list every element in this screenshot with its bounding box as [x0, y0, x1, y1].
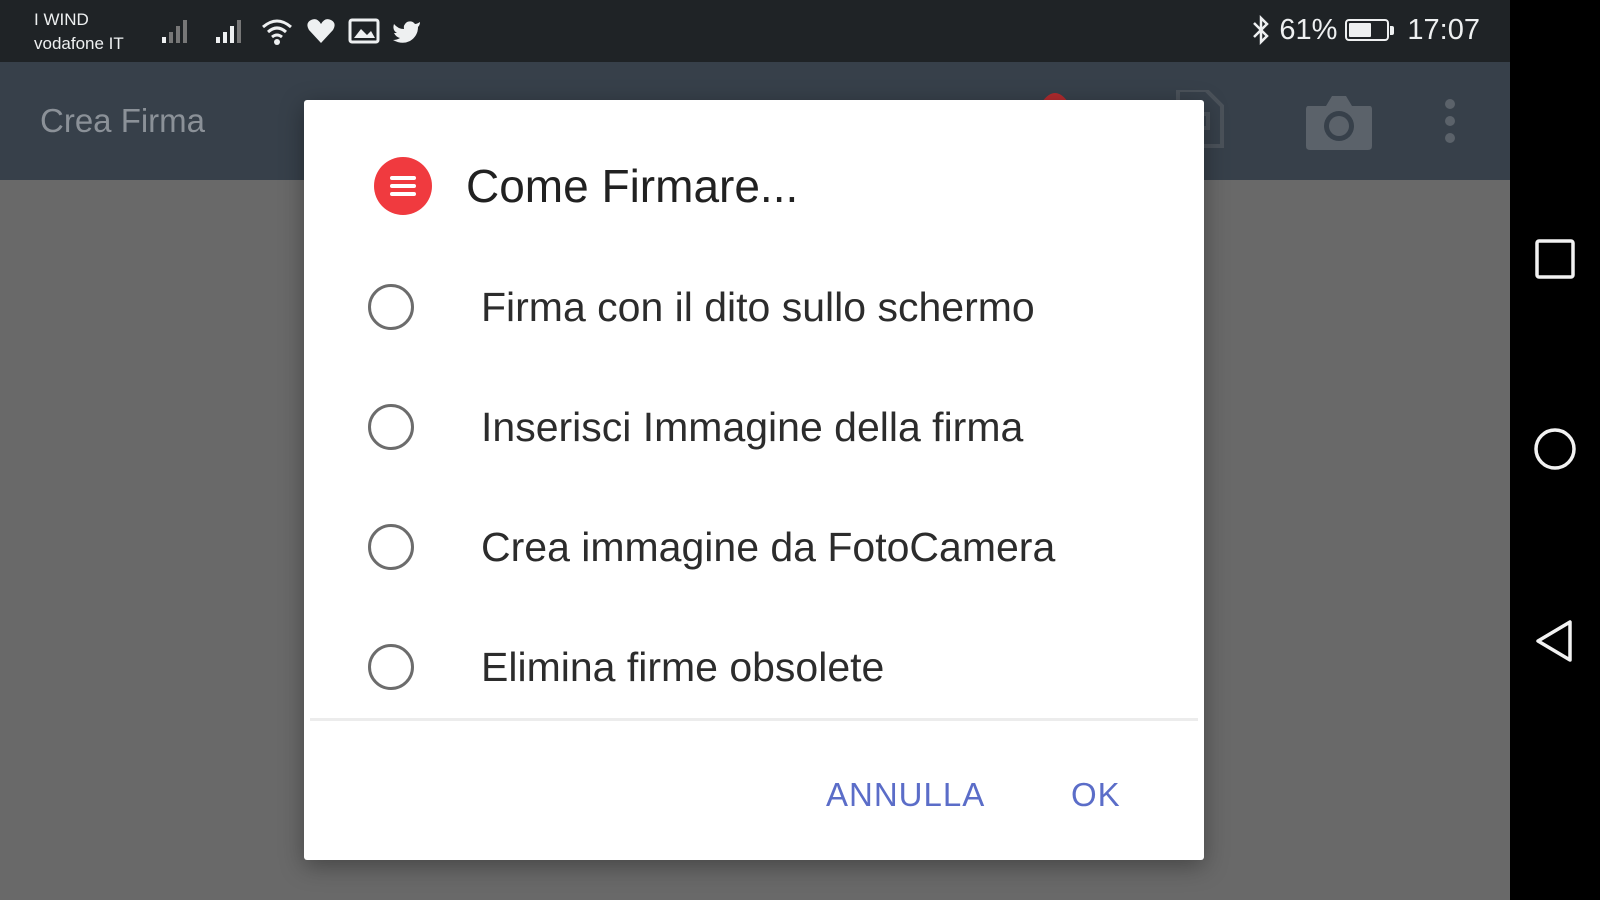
- radio-button[interactable]: [368, 644, 414, 690]
- battery-percent: 61%: [1279, 13, 1338, 46]
- option-label: Inserisci Immagine della firma: [481, 403, 1024, 450]
- heart-icon: [307, 19, 335, 43]
- cancel-button[interactable]: ANNULLA: [826, 755, 985, 835]
- option-label: Crea immagine da FotoCamera: [481, 523, 1056, 570]
- dialog-divider: [310, 718, 1198, 721]
- status-right: 61% 17:07: [1251, 12, 1480, 48]
- back-triangle-icon[interactable]: [1532, 618, 1578, 664]
- option-label: Elimina firme obsolete: [481, 643, 885, 690]
- option-elimina-firme[interactable]: Elimina firme obsolete: [368, 627, 1168, 707]
- ok-button[interactable]: OK: [1071, 755, 1121, 835]
- status-bar: I WIND vodafone IT 61% 17:07: [0, 0, 1510, 62]
- dialog-title: Come Firmare...: [466, 160, 799, 212]
- battery-icon: [1345, 19, 1395, 41]
- option-crea-immagine-fotocamera[interactable]: Crea immagine da FotoCamera: [368, 507, 1168, 587]
- option-inserisci-immagine[interactable]: Inserisci Immagine della firma: [368, 387, 1168, 467]
- radio-button[interactable]: [368, 404, 414, 450]
- signature-method-dialog: Come Firmare... Firma con il dito sullo …: [304, 100, 1204, 860]
- carrier-info: I WIND vodafone IT: [34, 8, 124, 56]
- radio-button[interactable]: [368, 284, 414, 330]
- carrier-line-1: I WIND: [34, 10, 89, 29]
- clock: 17:07: [1407, 13, 1480, 46]
- dialog-header: Come Firmare...: [374, 156, 798, 216]
- option-firma-dito[interactable]: Firma con il dito sullo schermo: [368, 267, 1168, 347]
- home-circle-icon[interactable]: [1532, 426, 1578, 472]
- menu-circle-icon: [374, 157, 432, 215]
- phone-screen: I WIND vodafone IT 61% 17:07 Crea Firma …: [0, 0, 1510, 900]
- navigation-bar: [1510, 0, 1600, 900]
- signal-weak-icon: [162, 20, 187, 43]
- twitter-icon: [393, 21, 420, 43]
- status-icons: [160, 14, 422, 48]
- radio-button[interactable]: [368, 524, 414, 570]
- app-title: Crea Firma: [40, 102, 206, 139]
- image-notification-icon: [348, 18, 380, 44]
- battery-level-fill: [1349, 23, 1372, 37]
- signal-icon: [216, 20, 241, 43]
- carrier-line-2: vodafone IT: [34, 34, 124, 53]
- bluetooth-icon: [1253, 15, 1270, 45]
- more-vert-icon[interactable]: [1444, 98, 1456, 144]
- recents-square-icon[interactable]: [1532, 236, 1578, 282]
- option-label: Firma con il dito sullo schermo: [481, 283, 1035, 330]
- camera-icon[interactable]: [1304, 90, 1374, 152]
- wifi-icon: [262, 19, 292, 45]
